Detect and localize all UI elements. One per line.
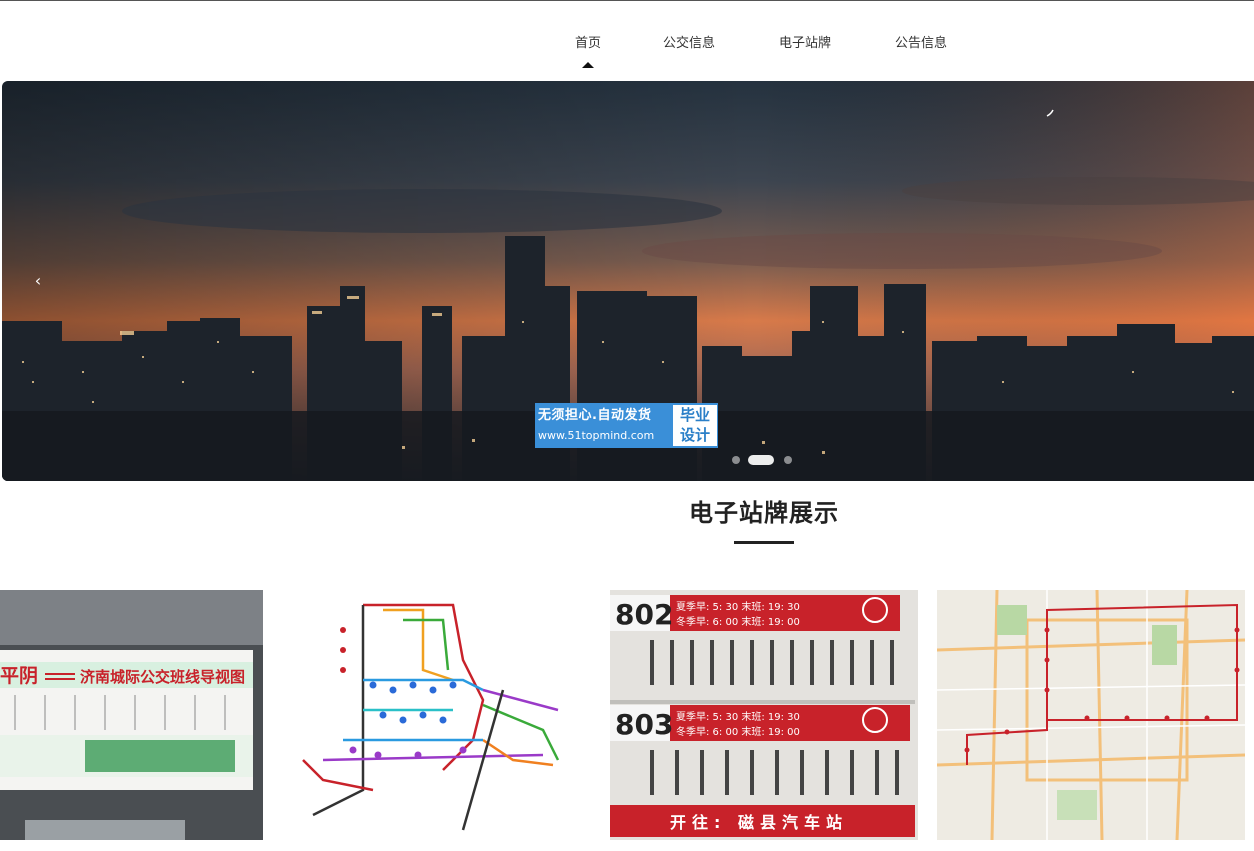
nav-item-bus-info[interactable]: 公交信息 — [663, 32, 715, 51]
card-caption — [0, 841, 30, 851]
watermark-url: www.51topmind.com — [538, 429, 655, 442]
sign-subtitle: 济南城际公交班线导视图 — [80, 668, 245, 686]
stop-sign-card-1[interactable]: 平阴 济南城际公交班线导视图 — [0, 590, 263, 840]
watermark-slogan: 无须担心.自动发货 — [538, 408, 652, 423]
card-caption — [290, 841, 370, 851]
nav-item-notice[interactable]: 公告信息 — [895, 32, 947, 51]
city-map-image — [937, 590, 1245, 840]
card-caption — [618, 841, 698, 851]
carousel-prev-button[interactable]: ‹ — [30, 269, 46, 293]
bus-stop-sign-photo: 802 803 夏季早: 5: 30 末班: 19: 30 冬季早: 6: 00… — [610, 590, 918, 840]
active-caret-icon — [582, 62, 594, 68]
route-map-image — [283, 590, 591, 840]
nav-item-label: 电子站牌 — [779, 36, 832, 51]
watermark-badge: 无须担心.自动发货 www.51topmind.com 毕业 设计 — [535, 403, 718, 448]
chevron-left-icon: ‹ — [34, 271, 42, 290]
stop-sign-card-2[interactable] — [283, 590, 591, 840]
nav-item-e-stop[interactable]: 电子站牌 — [779, 32, 831, 51]
route-a-schedule-winter: 冬季早: 6: 00 末班: 19: 00 — [676, 615, 800, 628]
route-b-schedule-summer: 夏季早: 5: 30 末班: 19: 30 — [676, 710, 800, 723]
sign-title: 平阴 — [0, 665, 38, 687]
route-a-schedule-summer: 夏季早: 5: 30 末班: 19: 30 — [676, 600, 800, 613]
stop-sign-card-4[interactable] — [937, 590, 1245, 840]
bus-sign-photo: 平阴 济南城际公交班线导视图 — [0, 590, 263, 840]
nav-item-label: 公交信息 — [663, 36, 716, 51]
route-b-schedule-winter: 冬季早: 6: 00 末班: 19: 00 — [676, 725, 800, 738]
carousel-dot[interactable] — [732, 456, 740, 464]
watermark-badge-top: 毕业 — [679, 406, 710, 424]
top-border — [0, 0, 1254, 1]
nav-item-home[interactable]: 首页 — [575, 32, 602, 68]
stop-sign-card-3[interactable]: 802 803 夏季早: 5: 30 末班: 19: 30 冬季早: 6: 00… — [610, 590, 918, 840]
carousel-dot[interactable] — [784, 456, 792, 464]
nav-item-label: 首页 — [575, 36, 602, 51]
route-number-a: 802 — [615, 598, 673, 631]
route-number-b: 803 — [615, 708, 673, 741]
watermark-badge-bottom: 设计 — [679, 426, 710, 444]
card-caption — [945, 841, 1025, 851]
main-nav: 首页 公交信息 电子站牌 公告信息 — [0, 22, 1254, 72]
sign-destination: 开往: 磁县汽车站 — [670, 813, 848, 832]
nav-item-label: 公告信息 — [895, 36, 948, 51]
section-title-underline — [734, 541, 794, 544]
carousel-dot-active[interactable] — [748, 455, 774, 465]
section-title: 电子站牌展示 — [689, 499, 839, 527]
